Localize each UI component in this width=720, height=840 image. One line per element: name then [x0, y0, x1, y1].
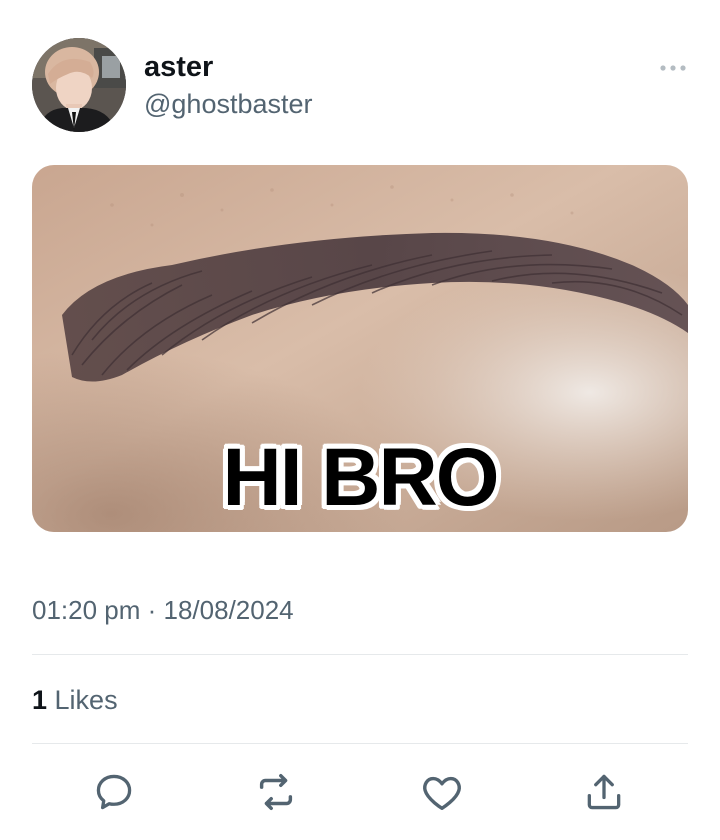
like-icon [423, 776, 461, 811]
tweet-actions [0, 768, 720, 818]
share-icon [587, 774, 621, 810]
likes-count: 1 [32, 685, 48, 715]
user-names: aster @ghostbaster [144, 50, 313, 120]
like-button[interactable] [418, 768, 466, 816]
display-name[interactable]: aster [144, 50, 313, 84]
tweet-card: aster @ghostbaster HI BRO 01:20 pm · 18/… [0, 0, 720, 840]
tweet-date: 18/08/2024 [163, 595, 294, 625]
meme-caption: HI BRO [222, 432, 500, 523]
tweet-header: aster @ghostbaster [32, 38, 688, 134]
divider-bottom [32, 743, 688, 744]
tweet-time: 01:20 pm [32, 595, 141, 625]
divider-top [32, 654, 688, 655]
user-handle[interactable]: @ghostbaster [144, 88, 313, 120]
avatar[interactable] [32, 38, 126, 132]
tweet-media-image[interactable]: HI BRO [32, 165, 688, 532]
more-horizontal-icon[interactable] [658, 58, 688, 78]
retweet-button[interactable] [252, 768, 300, 816]
retweet-icon [259, 773, 293, 811]
share-button[interactable] [580, 768, 628, 816]
likes-stat[interactable]: 1 Likes [32, 684, 118, 716]
timestamp-separator: · [140, 595, 164, 625]
avatar-image [32, 38, 126, 132]
reply-button[interactable] [90, 768, 138, 816]
tweet-timestamp[interactable]: 01:20 pm · 18/08/2024 [32, 594, 294, 626]
likes-label: Likes [47, 685, 118, 715]
reply-icon [96, 774, 132, 810]
